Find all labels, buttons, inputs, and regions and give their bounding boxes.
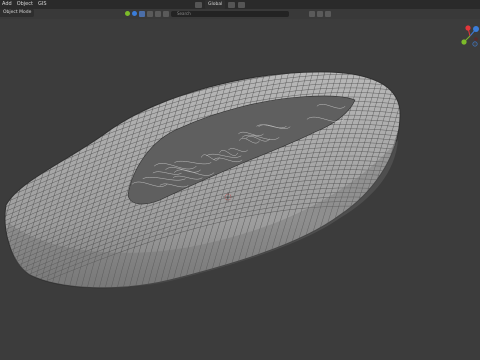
view-layer-icon[interactable]: [139, 10, 145, 17]
filter-icon[interactable]: [325, 10, 331, 17]
header-widgets: Global: [195, 0, 246, 9]
proportional-edit-icon[interactable]: [238, 1, 246, 8]
menu-add[interactable]: Add: [2, 0, 12, 9]
navigation-gizmo[interactable]: [458, 22, 480, 52]
display-mode-icon[interactable]: [155, 10, 161, 17]
outliner-header: Search: [125, 9, 289, 18]
gizmo-y-axis-icon: [461, 39, 467, 45]
menu-object[interactable]: Object: [17, 0, 33, 9]
snap-icon[interactable]: [228, 1, 236, 8]
menu-gis[interactable]: GIS: [38, 0, 47, 9]
transform-pivot-icon[interactable]: [195, 1, 202, 8]
gizmo-x-axis-icon: [465, 25, 471, 31]
outliner-tools: [309, 9, 331, 18]
sort-icon[interactable]: [309, 10, 315, 17]
top-menubar: Add Object GIS Global: [0, 0, 480, 9]
scene-icon[interactable]: [147, 10, 153, 17]
selectable-icon[interactable]: [132, 11, 137, 16]
visibility-icon[interactable]: [125, 11, 130, 16]
mode-dropdown[interactable]: Object Mode: [0, 9, 35, 17]
sync-icon[interactable]: [317, 10, 323, 17]
filter-collection-icon[interactable]: [163, 10, 169, 17]
gizmo-z-axis-icon: [473, 26, 479, 32]
orientation-dropdown[interactable]: Global: [205, 0, 226, 9]
3d-viewport[interactable]: [0, 19, 480, 360]
outliner-search-input[interactable]: Search: [171, 10, 289, 17]
